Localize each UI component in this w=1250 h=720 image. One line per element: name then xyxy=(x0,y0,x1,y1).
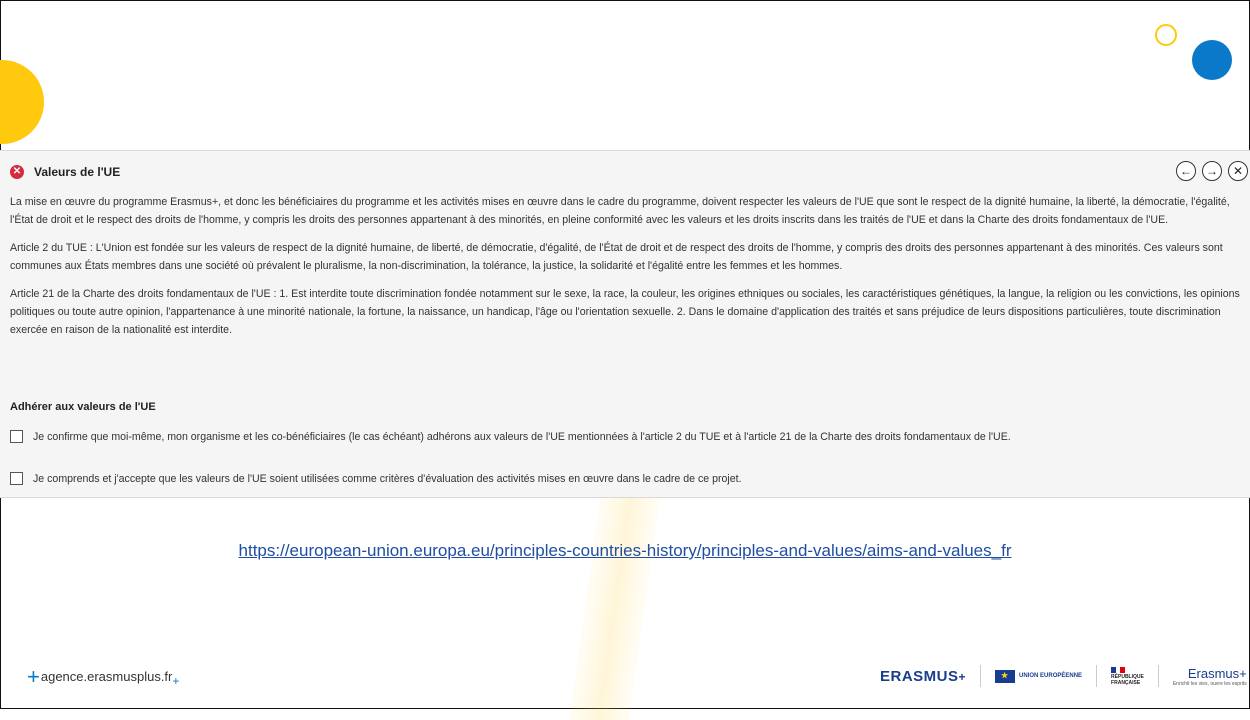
footer-site-text: agence.erasmusplus.fr xyxy=(40,669,173,684)
eu-values-link[interactable]: https://european-union.europa.eu/princip… xyxy=(0,541,1250,561)
logo-divider xyxy=(1157,665,1159,687)
panel-nav-buttons: ← → ✕ xyxy=(1176,161,1248,181)
logo-divider xyxy=(980,665,982,687)
blue-circle-decoration xyxy=(1192,40,1232,80)
article-21-paragraph: Article 21 de la Charte des droits fonda… xyxy=(10,288,1240,336)
eu-logo: UNION EUROPÉENNE xyxy=(995,669,1083,683)
close-button[interactable]: ✕ xyxy=(1228,161,1248,181)
eu-flag-icon xyxy=(995,669,1016,683)
accept-criteria-checkbox[interactable] xyxy=(10,472,23,485)
close-icon: ✕ xyxy=(1232,164,1244,178)
arrow-right-icon: → xyxy=(1206,164,1218,178)
logo-divider xyxy=(1096,665,1098,687)
french-flag-icon xyxy=(1111,666,1126,673)
footer-site[interactable]: +agence.erasmusplus.fr+ xyxy=(27,664,179,690)
error-icon: ✕ xyxy=(10,165,24,179)
erasmus-plus-text: Erasmus+ xyxy=(1187,665,1247,681)
accept-criteria-checkbox-row[interactable]: Je comprends et j'accepte que les valeur… xyxy=(10,472,742,485)
panel-body: La mise en œuvre du programme Erasmus+, … xyxy=(10,193,1245,349)
rf-logo-line2: FRANÇAISE xyxy=(1111,679,1141,686)
republique-francaise-logo: RÉPUBLIQUE FRANÇAISE xyxy=(1111,666,1144,686)
eu-logo-text: UNION EUROPÉENNE xyxy=(1019,673,1083,679)
footer-logos: ERASMUS+ UNION EUROPÉENNE RÉPUBLIQUE FRA… xyxy=(880,665,1247,687)
eu-values-panel: ✕ Valeurs de l'UE ← → ✕ La mise en œuvre… xyxy=(0,150,1250,498)
erasmus-agency-logo: ERASMUS+ xyxy=(880,668,966,685)
article-2-paragraph: Article 2 du TUE : L'Union est fondée su… xyxy=(10,242,1223,272)
confirm-values-label: Je confirme que moi-même, mon organisme … xyxy=(33,430,1011,443)
plus-icon: + xyxy=(958,669,967,684)
erasmus-logo-text: ERASMUS xyxy=(880,667,959,685)
accept-criteria-label: Je comprends et j'accepte que les valeur… xyxy=(33,472,742,485)
arrow-left-icon: ← xyxy=(1180,164,1192,178)
previous-button[interactable]: ← xyxy=(1176,161,1196,181)
erasmus-plus-logo: Erasmus+ Enrichit les vies, ouvre les es… xyxy=(1173,666,1247,687)
yellow-ring-decoration xyxy=(1155,24,1177,46)
plus-small-icon: + xyxy=(172,674,180,688)
panel-header: ✕ Valeurs de l'UE ← → ✕ xyxy=(10,161,1250,183)
erasmus-plus-tagline: Enrichit les vies, ouvre les esprits xyxy=(1172,680,1247,687)
next-button[interactable]: → xyxy=(1202,161,1222,181)
intro-paragraph: La mise en œuvre du programme Erasmus+, … xyxy=(10,196,1230,226)
adhere-section-title: Adhérer aux valeurs de l'UE xyxy=(10,401,156,413)
plus-icon: + xyxy=(27,664,40,689)
confirm-values-checkbox-row[interactable]: Je confirme que moi-même, mon organisme … xyxy=(10,430,1011,443)
confirm-values-checkbox[interactable] xyxy=(10,430,23,443)
panel-title: Valeurs de l'UE xyxy=(34,165,121,179)
